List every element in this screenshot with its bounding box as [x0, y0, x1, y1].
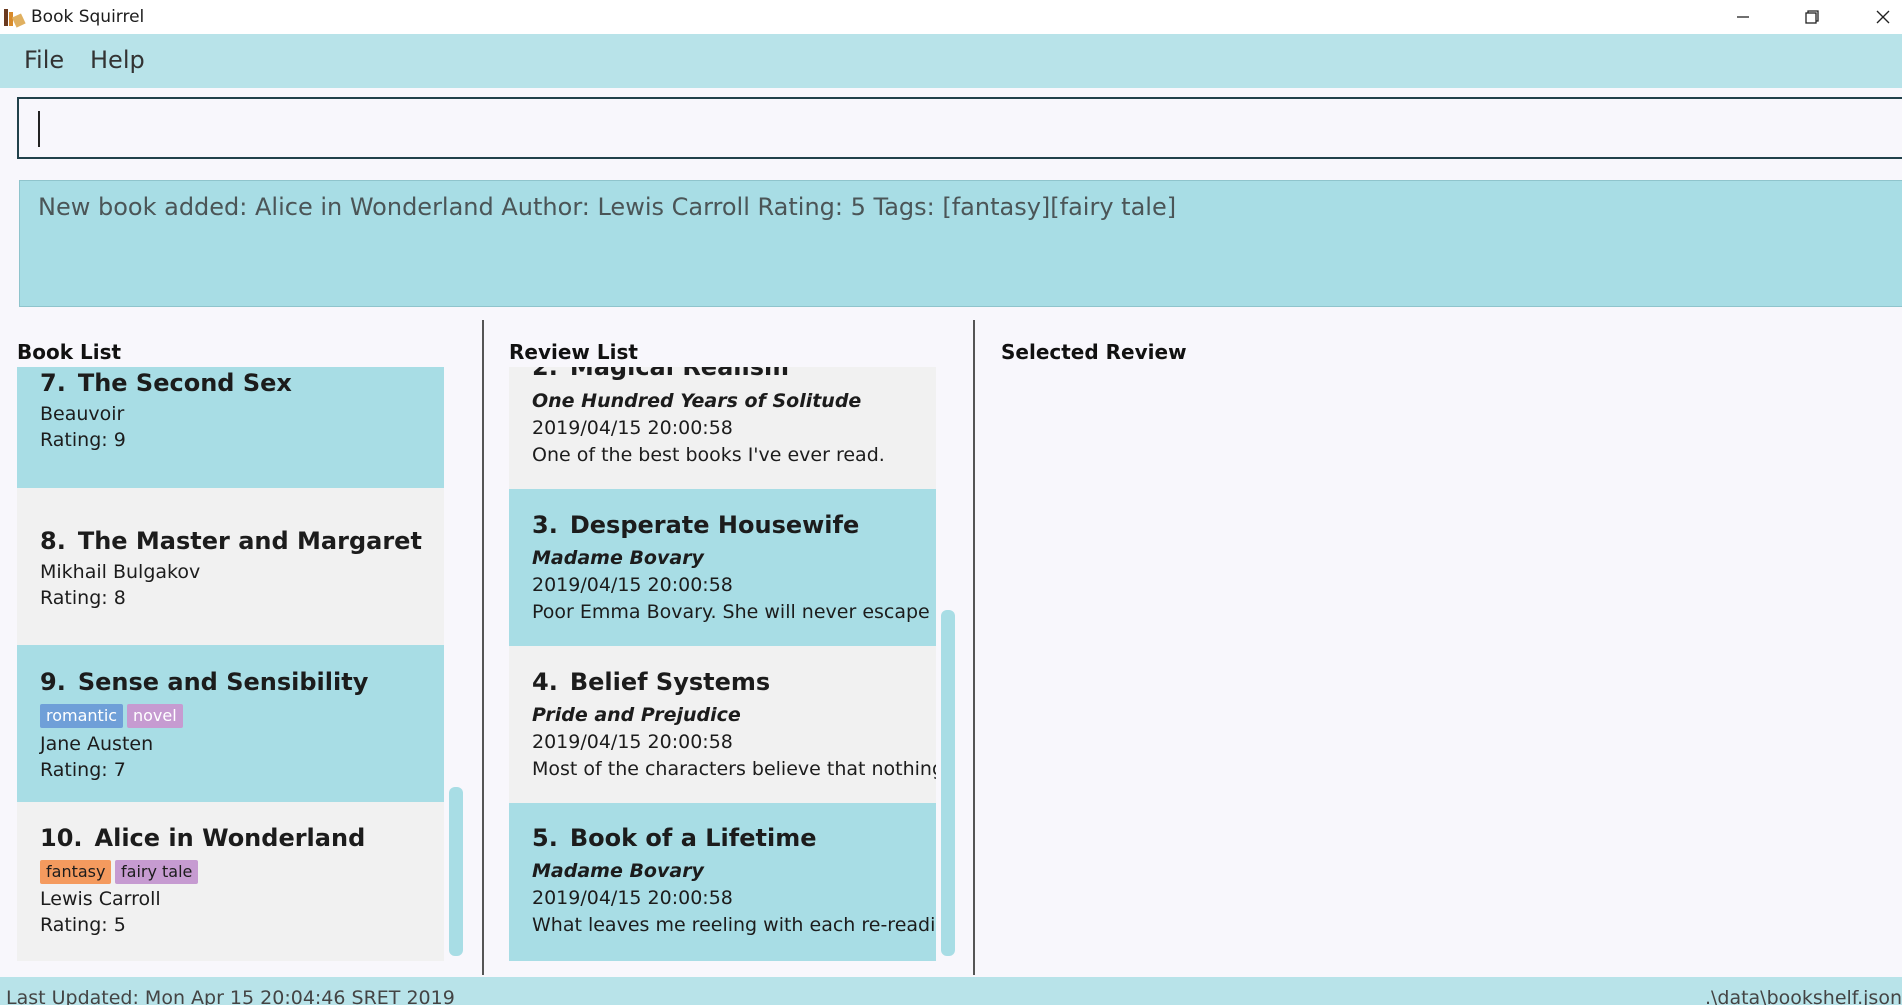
- tag-novel: novel: [127, 704, 183, 728]
- book-list-title: Book List: [17, 340, 122, 364]
- review-card-title: 5. Book of a Lifetime: [532, 824, 816, 852]
- book-card[interactable]: 9. Sense and Sensibility romantic novel J…: [17, 645, 444, 802]
- book-list[interactable]: 7. The Second Sex Beauvoir Rating: 9 8. Th…: [17, 367, 445, 961]
- book-card[interactable]: 8. The Master and Margaret Mikhail Bulgak…: [17, 488, 444, 645]
- review-index: 3.: [532, 511, 558, 539]
- tag-fairy-tale: fairy tale: [115, 860, 199, 884]
- review-date: 2019/04/15 20:00:58: [532, 887, 733, 909]
- command-input[interactable]: [19, 99, 1902, 157]
- panel-divider: [482, 320, 484, 975]
- review-book-title: Madame Bovary: [532, 547, 704, 569]
- review-card[interactable]: 2. Magical Realism One Hundred Years of S…: [509, 367, 936, 489]
- book-rating: Rating: 8: [40, 587, 126, 609]
- book-title: The Master and Margaret: [77, 527, 422, 555]
- status-bar: Last Updated: Mon Apr 15 20:04:46 SRET 2…: [0, 977, 1902, 1005]
- review-list-title: Review List: [509, 340, 638, 364]
- review-book-title: One Hundred Years of Solitude: [532, 390, 862, 412]
- window-title: Book Squirrel: [31, 7, 145, 27]
- book-author: Mikhail Bulgakov: [40, 561, 201, 583]
- command-box[interactable]: [17, 97, 1902, 159]
- review-card-title: 3. Desperate Housewife: [532, 511, 859, 539]
- minimize-button[interactable]: [1720, 0, 1766, 34]
- book-author: Lewis Carroll: [40, 888, 161, 910]
- book-index: 9.: [40, 668, 66, 696]
- review-card-title: 2. Magical Realism: [532, 367, 789, 381]
- panel-divider: [973, 320, 975, 975]
- review-card-title: 4. Belief Systems: [532, 668, 770, 696]
- minimize-icon: [1737, 16, 1749, 18]
- review-date: 2019/04/15 20:00:58: [532, 417, 733, 439]
- book-card-title: 9. Sense and Sensibility: [40, 668, 368, 696]
- close-button[interactable]: [1860, 0, 1902, 34]
- book-rating: Rating: 9: [40, 429, 126, 451]
- book-author: Jane Austen: [40, 733, 154, 755]
- book-list-scrollbar[interactable]: [449, 787, 463, 956]
- review-card[interactable]: 5. Book of a Lifetime Madame Bovary 2019/…: [509, 803, 936, 961]
- menu-bar: File Help: [0, 34, 1902, 88]
- tag-row: romantic novel: [40, 704, 340, 728]
- review-excerpt: Most of the characters believe that noth…: [532, 758, 936, 780]
- review-title: Magical Realism: [569, 367, 790, 381]
- tag-row: fantasy fairy tale: [40, 860, 340, 884]
- close-icon: [1876, 10, 1890, 24]
- review-card[interactable]: 3. Desperate Housewife Madame Bovary 2019…: [509, 489, 936, 646]
- review-title: Book of a Lifetime: [569, 824, 817, 852]
- review-excerpt: One of the best books I've ever read.: [532, 444, 885, 466]
- restore-button[interactable]: [1789, 0, 1835, 34]
- result-display: New book added: Alice in Wonderland Auth…: [19, 180, 1902, 307]
- save-location-status: .\data\bookshelf.json: [1704, 987, 1902, 1005]
- restore-icon: [1805, 10, 1819, 24]
- review-title: Desperate Housewife: [569, 511, 860, 539]
- review-excerpt: Poor Emma Bovary. She will never escape …: [532, 601, 936, 623]
- app-logo-icon: [4, 9, 26, 28]
- book-card-title: 8. The Master and Margaret: [40, 527, 422, 555]
- review-list-scrollbar[interactable]: [941, 610, 955, 956]
- selected-review-title: Selected Review: [1001, 340, 1187, 364]
- book-rating: Rating: 5: [40, 914, 126, 936]
- review-index: 2.: [532, 367, 558, 381]
- menu-file[interactable]: File: [20, 44, 68, 76]
- review-date: 2019/04/15 20:00:58: [532, 731, 733, 753]
- book-title: Alice in Wonderland: [94, 824, 366, 852]
- book-card-title: 10. Alice in Wonderland: [40, 824, 365, 852]
- review-title: Belief Systems: [569, 668, 771, 696]
- book-index: 10.: [40, 824, 83, 852]
- book-title: The Second Sex: [77, 369, 292, 397]
- tag-romantic: romantic: [40, 704, 124, 728]
- review-book-title: Pride and Prejudice: [532, 704, 741, 726]
- review-index: 5.: [532, 824, 558, 852]
- result-message: New book added: Alice in Wonderland Auth…: [38, 193, 1177, 221]
- book-rating: Rating: 7: [40, 759, 126, 781]
- review-list[interactable]: 2. Magical Realism One Hundred Years of S…: [509, 367, 936, 961]
- last-updated-status: Last Updated: Mon Apr 15 20:04:46 SRET 2…: [6, 987, 455, 1005]
- book-index: 8.: [40, 527, 66, 555]
- book-card[interactable]: 7. The Second Sex Beauvoir Rating: 9: [17, 367, 444, 488]
- text-caret: [38, 111, 40, 147]
- book-title: Sense and Sensibility: [77, 668, 369, 696]
- book-card[interactable]: 10. Alice in Wonderland fantasy fairy tal…: [17, 802, 444, 961]
- review-excerpt: What leaves me reeling with each re-read…: [532, 914, 936, 936]
- review-card[interactable]: 4. Belief Systems Pride and Prejudice 201…: [509, 646, 936, 803]
- tag-fantasy: fantasy: [40, 860, 112, 884]
- book-card-title: 7. The Second Sex: [40, 369, 292, 397]
- book-author: Beauvoir: [40, 403, 125, 425]
- title-bar: Book Squirrel: [0, 0, 1902, 34]
- review-index: 4.: [532, 668, 558, 696]
- review-date: 2019/04/15 20:00:58: [532, 574, 733, 596]
- selected-review-panel: [990, 367, 1890, 961]
- review-book-title: Madame Bovary: [532, 860, 704, 882]
- book-index: 7.: [40, 369, 66, 397]
- menu-help[interactable]: Help: [86, 44, 149, 76]
